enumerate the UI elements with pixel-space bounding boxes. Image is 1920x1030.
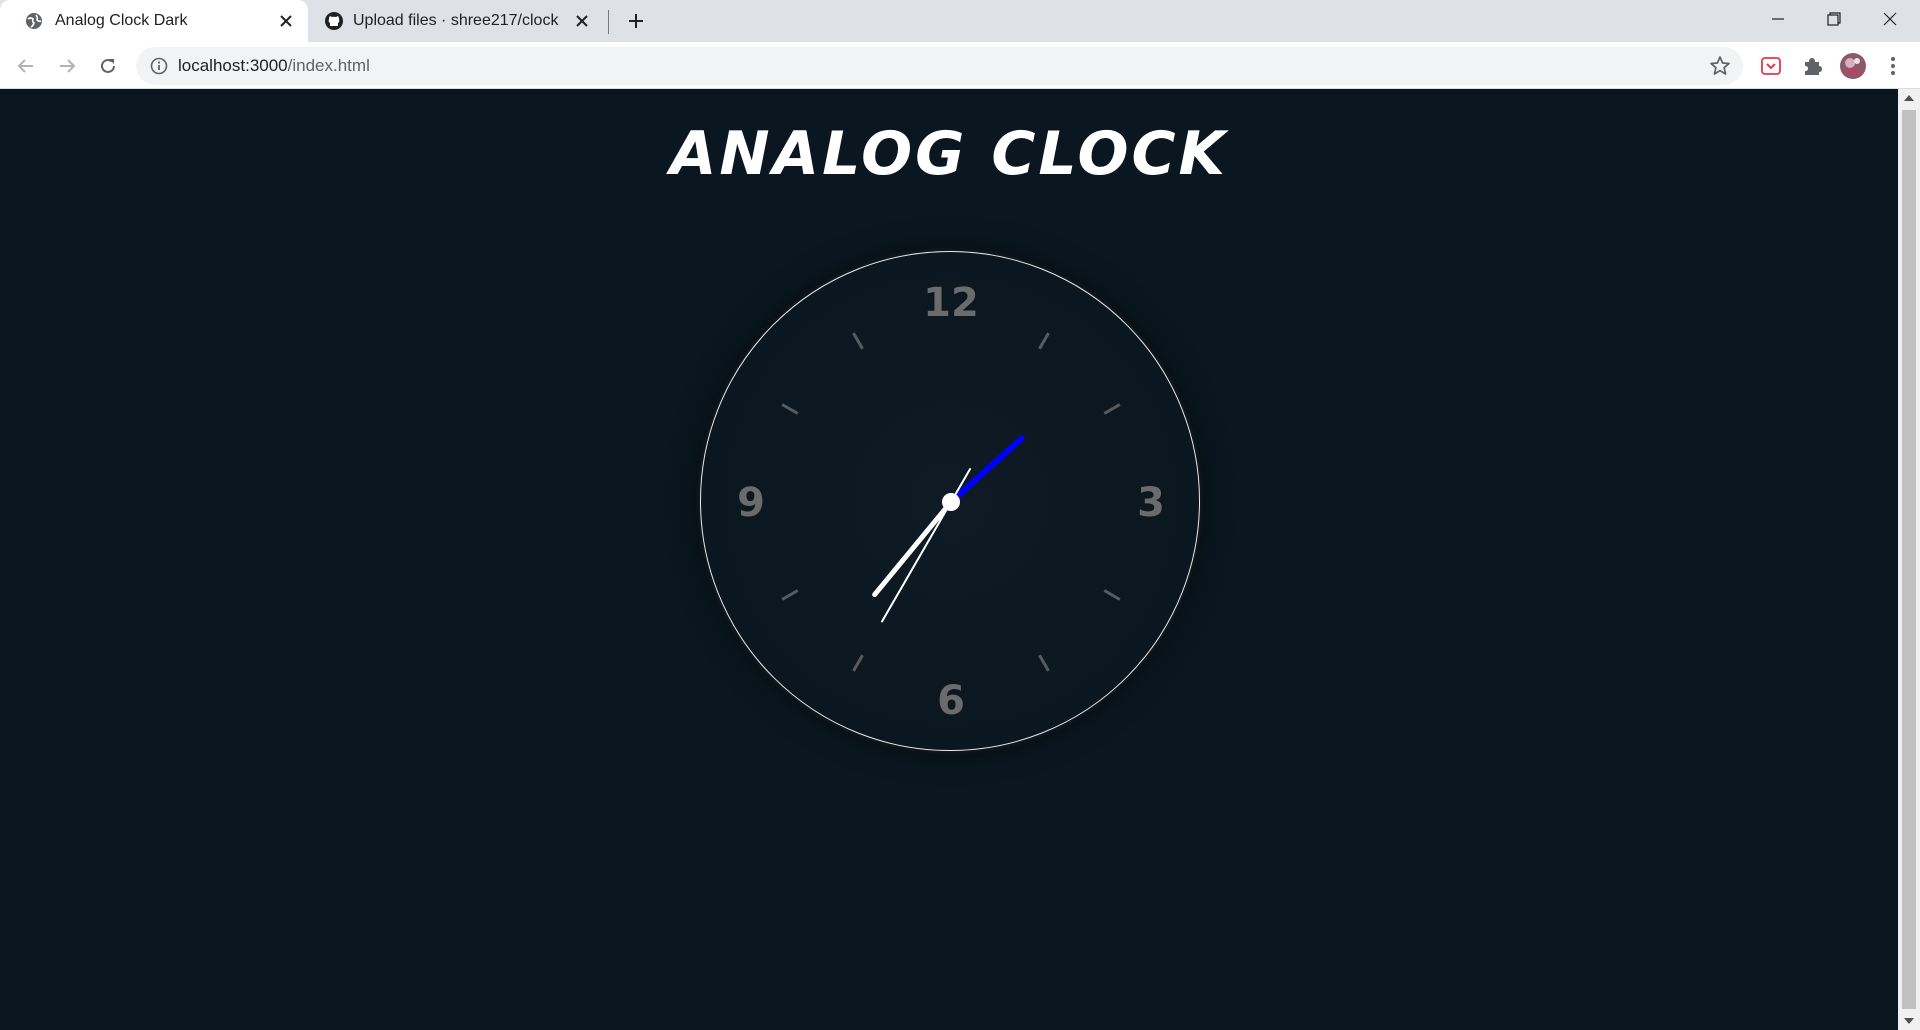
url-text: localhost:3000/index.html [178, 56, 370, 76]
center-pin [942, 493, 960, 511]
tab-strip: Analog Clock Dark Upload files · shree21… [0, 0, 1920, 42]
close-icon [1883, 12, 1897, 26]
restore-icon [1827, 12, 1841, 26]
tab-upload-files[interactable]: Upload files · shree217/clock [308, 0, 608, 42]
tab-analog-clock[interactable]: Analog Clock Dark [0, 0, 308, 42]
plus-icon [629, 14, 643, 28]
pocket-extension-icon[interactable] [1758, 53, 1784, 79]
numeral-6: 6 [937, 678, 965, 724]
page-title: ANALOG CLOCK [670, 119, 1228, 189]
close-tab-icon[interactable] [276, 11, 296, 31]
hour-tick-11 [852, 332, 864, 350]
page-scrollbar[interactable] [1898, 89, 1920, 1030]
info-icon[interactable] [150, 57, 168, 75]
scroll-down-arrow-icon[interactable] [1904, 1018, 1914, 1024]
hour-tick-8 [781, 589, 799, 601]
page-viewport: ANALOG CLOCK 12 3 6 9 [0, 89, 1898, 1030]
forward-button[interactable] [53, 52, 81, 80]
hour-tick-1 [1038, 332, 1050, 350]
scroll-thumb[interactable] [1902, 110, 1916, 1009]
clock-face: 12 3 6 9 [737, 280, 1165, 724]
minute-hand [872, 499, 954, 598]
reload-icon [101, 58, 115, 73]
extensions-puzzle-icon[interactable] [1799, 53, 1825, 79]
new-tab-button[interactable] [624, 9, 648, 33]
minimize-icon [1772, 18, 1784, 20]
bookmark-star-icon[interactable] [1709, 55, 1731, 77]
reload-button[interactable] [94, 52, 122, 80]
minimize-button[interactable] [1750, 0, 1806, 38]
address-bar[interactable]: localhost:3000/index.html [136, 47, 1743, 85]
close-tab-icon[interactable] [572, 11, 592, 31]
hour-tick-7 [852, 654, 864, 672]
menu-kebab-icon[interactable] [1880, 53, 1906, 79]
scroll-up-arrow-icon[interactable] [1904, 95, 1914, 101]
close-window-button[interactable] [1862, 0, 1918, 38]
restore-button[interactable] [1806, 0, 1862, 38]
hour-tick-2 [1103, 403, 1121, 415]
url-path: /index.html [287, 56, 370, 75]
numeral-3: 3 [1137, 480, 1165, 526]
hour-hand [948, 435, 1025, 505]
arrow-left-icon [17, 59, 33, 73]
hour-tick-5 [1038, 654, 1050, 672]
url-host: localhost:3000 [178, 56, 288, 75]
globe-icon [24, 11, 44, 31]
avatar[interactable] [1839, 52, 1867, 80]
numeral-9: 9 [737, 480, 765, 526]
back-button[interactable] [12, 52, 40, 80]
arrow-right-icon [60, 59, 76, 73]
browser-toolbar: localhost:3000/index.html [0, 42, 1920, 89]
second-hand [881, 468, 971, 623]
hour-tick-4 [1103, 589, 1121, 601]
analog-clock: 12 3 6 9 [700, 251, 1200, 751]
hour-tick-10 [781, 403, 799, 415]
github-icon [324, 11, 344, 31]
tab-title: Upload files · shree217/clock [353, 12, 559, 29]
tab-separator [608, 10, 609, 34]
tab-title: Analog Clock Dark [55, 12, 188, 29]
numeral-12: 12 [923, 280, 979, 326]
